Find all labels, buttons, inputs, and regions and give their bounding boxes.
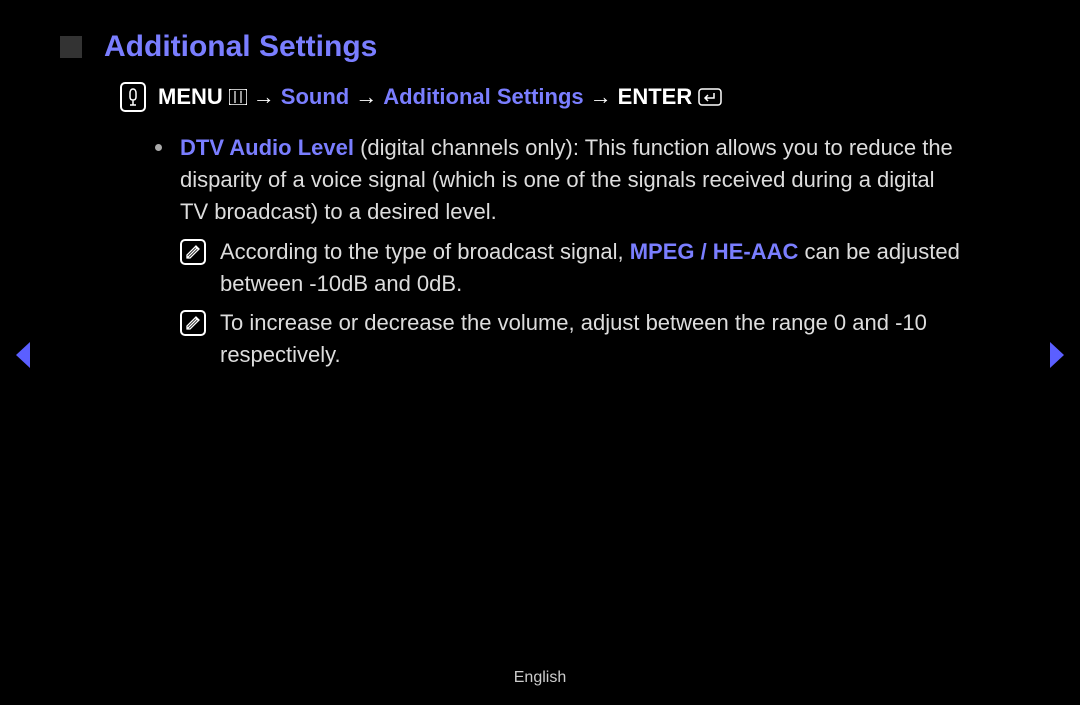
- note-row-2: To increase or decrease the volume, adju…: [180, 307, 960, 371]
- list-item: DTV Audio Level (digital channels only):…: [155, 132, 960, 228]
- bullet-dot-icon: [155, 144, 162, 151]
- menu-grid-icon: [229, 89, 247, 105]
- footer-language: English: [0, 669, 1080, 687]
- breadcrumb-arrow-2: →: [355, 84, 377, 110]
- note-row-1: According to the type of broadcast signa…: [180, 236, 960, 300]
- note-icon: [180, 310, 206, 336]
- nav-next-button[interactable]: [1046, 340, 1068, 375]
- nav-previous-button[interactable]: [12, 340, 34, 375]
- page-title: Additional Settings: [104, 30, 377, 64]
- codec-label: MPEG / HE-AAC: [630, 239, 799, 264]
- breadcrumb-arrow-3: →: [590, 84, 612, 110]
- breadcrumb-sound: Sound: [281, 84, 349, 110]
- breadcrumb-menu: MENU: [158, 84, 223, 110]
- breadcrumb-enter: ENTER: [618, 84, 693, 110]
- note-1-text: According to the type of broadcast signa…: [220, 236, 960, 300]
- square-bullet-icon: [60, 36, 82, 58]
- remote-icon: [120, 82, 146, 112]
- note-2-text: To increase or decrease the volume, adju…: [220, 307, 960, 371]
- note-icon: [180, 239, 206, 265]
- breadcrumb-additional-settings: Additional Settings: [383, 84, 583, 110]
- item-label: DTV Audio Level: [180, 135, 354, 160]
- breadcrumb-arrow-1: →: [253, 84, 275, 110]
- enter-icon: [698, 88, 722, 106]
- title-row: Additional Settings: [60, 30, 1020, 64]
- item-text: DTV Audio Level (digital channels only):…: [180, 132, 960, 228]
- breadcrumb: MENU → Sound → Additional Settings → ENT…: [120, 82, 1020, 112]
